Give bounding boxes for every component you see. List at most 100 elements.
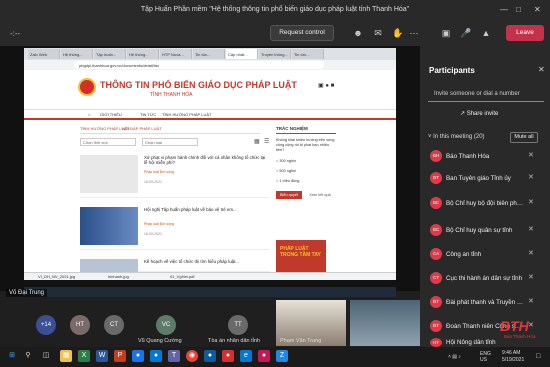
close-icon[interactable]: ✕ [538,65,545,74]
type-select[interactable]: Chọn loại [142,138,198,146]
file-explorer-icon[interactable]: ▦ [60,350,72,362]
share-invite-button[interactable]: ↗ Share invite [460,110,498,117]
powerpoint-icon[interactable]: P [114,350,126,362]
mic-muted-icon: ✕ [528,199,534,206]
article-item[interactable]: Xử phạt vi phạm hành chính đối với cá nh… [80,152,270,198]
browser-tab[interactable]: Hệ thống... [127,49,159,59]
nav-item[interactable]: TÌNH HƯỚNG PHÁP LUẬT [162,112,211,117]
raise-hand-icon[interactable]: ✋ [392,27,404,39]
participant-avatar: ĐT [430,320,442,332]
people-icon[interactable]: ☻ [352,27,364,39]
home-icon[interactable]: ⌂ [88,112,90,117]
notifications-icon[interactable]: □ [536,353,540,360]
teams-icon[interactable]: T [168,350,180,362]
grid-view-icon[interactable]: ▦ [254,138,260,145]
vote-button[interactable]: Biểu quyết [276,191,302,199]
download-item[interactable]: VI_DH_NV_2021.jpg [38,274,75,279]
nav-item[interactable]: GIỚI THIỆU [100,112,122,117]
participant-name[interactable]: Hội Nông dân tỉnh [446,339,524,346]
word-icon[interactable]: W [96,350,108,362]
close-button[interactable]: ✕ [534,5,541,14]
mute-all-button[interactable]: Mute all [510,132,538,143]
participant-avatar[interactable]: TT [228,315,248,335]
survey-option-label: 500 nghìn [279,169,297,173]
participant-avatar[interactable]: CT [104,315,124,335]
app-icon[interactable]: ● [258,350,270,362]
more-options-icon[interactable]: ⋯ [408,27,420,39]
browser-tab-active[interactable]: Cập nhật... [226,49,258,59]
microphone-icon[interactable]: 🎤 [460,27,472,39]
watermark-logo: BTH [500,318,529,334]
browser-tab[interactable]: Zalo Web [28,49,60,59]
more-participants-badge[interactable]: +14 [36,315,56,335]
article-item[interactable]: Hội nghị Tập huấn pháp luật về bảo vệ tr… [80,204,270,250]
participant-avatar: CA [430,248,442,260]
task-view-icon[interactable]: ◫ [40,350,52,362]
survey-box: TRẮC NGHIỆM Không khai khiêu hướng trên … [276,126,336,246]
browser-tab[interactable]: HTP Nova... [160,49,192,59]
in-meeting-header[interactable]: ˅ In this meeting (20) [428,134,485,140]
participant-name[interactable]: Bộ Chỉ huy quân sự tỉnh [446,227,524,234]
window-title-bar: Tập Huấn Phần mềm "Hệ thống thông tin ph… [0,0,550,20]
browser-tab[interactable]: Tập huấn... [94,49,126,59]
search-icon[interactable]: ⚲ [22,350,34,362]
participant-name[interactable]: Cục thi hành án dân sự tỉnh [446,275,524,282]
field-select[interactable]: Chọn lĩnh vực [80,138,136,146]
start-icon[interactable]: ⊞ [6,350,18,362]
presenter-name: Võ Đại Trung [6,289,48,297]
participant-name[interactable]: Bộ Chỉ huy bộ đội biên phòn... [446,200,524,207]
edge-icon[interactable]: e [240,350,252,362]
tab-legal-qa[interactable]: HỎI ĐÁP PHÁP LUẬT [122,126,162,131]
list-view-icon[interactable]: ☰ [264,138,269,145]
article-thumbnail [80,259,138,273]
survey-option[interactable]: ○ 500 nghìn [276,169,336,173]
app-icon[interactable]: ● [204,350,216,362]
share-screen-icon[interactable]: ▲ [480,27,492,39]
download-item[interactable]: 01_VgHet.pdf [170,274,194,279]
clock-date[interactable]: 5/19/2021 [502,357,524,363]
download-item[interactable]: hinhanh.jpg [108,274,129,279]
input-language[interactable]: ENG US [480,351,494,363]
browser-tab[interactable]: Tin tức... [292,49,324,59]
chat-icon[interactable]: ✉ [372,27,384,39]
clock-time[interactable]: 9:46 AM [502,350,520,356]
tray-icons[interactable]: ˄ ▤ ♪ [448,354,461,360]
chrome-icon[interactable]: ◉ [186,350,198,362]
view-results-link[interactable]: Xem kết quả [309,193,330,197]
participant-avatar[interactable]: HT [70,315,90,335]
survey-option[interactable]: ○ 300 nghìn [276,159,336,163]
browser-tab[interactable]: Truyền thông... [259,49,291,59]
national-emblem-icon [78,78,96,96]
excel-icon[interactable]: X [78,350,90,362]
nav-item[interactable]: TIN TỨC [140,112,156,117]
camera-icon[interactable]: ▣ [440,27,452,39]
article-date: 16-09-2021 [144,232,162,236]
survey-heading: TRẮC NGHIỆM [276,126,336,134]
participant-name[interactable]: Báo Thanh Hóa [446,153,524,160]
participant-name[interactable]: Ban Tuyên giáo Tỉnh ủy [446,175,524,182]
article-title[interactable]: Kế hoạch về việc tổ chức thi tìm hiểu ph… [144,259,266,264]
zalo-icon[interactable]: Z [276,350,288,362]
participant-video[interactable] [350,300,420,346]
maximize-button[interactable]: □ [516,5,521,14]
promo-banner[interactable]: PHÁP LUẬT TRONG TẦM TAY [276,240,326,272]
minimize-button[interactable]: — [500,5,508,14]
social-icons[interactable]: ▣ ● ■ [318,82,334,89]
invite-input[interactable]: Invite someone or dial a number [428,88,544,102]
request-control-button[interactable]: Request control [270,25,334,41]
participant-name[interactable]: Công an tỉnh [446,251,524,258]
app-icon[interactable]: ● [150,350,162,362]
article-item[interactable]: Kế hoạch về việc tổ chức thi tìm hiểu ph… [80,256,270,273]
app-icon[interactable]: ● [132,350,144,362]
participant-avatar[interactable]: VC [156,315,176,335]
promo-text: PHÁP LUẬT TRONG TẦM TAY [280,246,321,258]
leave-button[interactable]: Leave [506,25,544,41]
article-title[interactable]: Hội nghị Tập huấn pháp luật về bảo vệ tr… [144,207,266,212]
browser-tab[interactable]: Hệ thống... [61,49,93,59]
app-icon[interactable]: ● [222,350,234,362]
article-title[interactable]: Xử phạt vi phạm hành chính đối với cá nh… [144,155,266,165]
browser-tab[interactable]: Tin tức... [193,49,225,59]
mic-muted-icon: ✕ [528,226,534,233]
url-field[interactable]: pbgdpl.thanhhoa.gov.vn/documents/detail/… [74,61,324,69]
participant-name[interactable]: Đài phát thanh và Truyền hìn... [446,299,524,306]
